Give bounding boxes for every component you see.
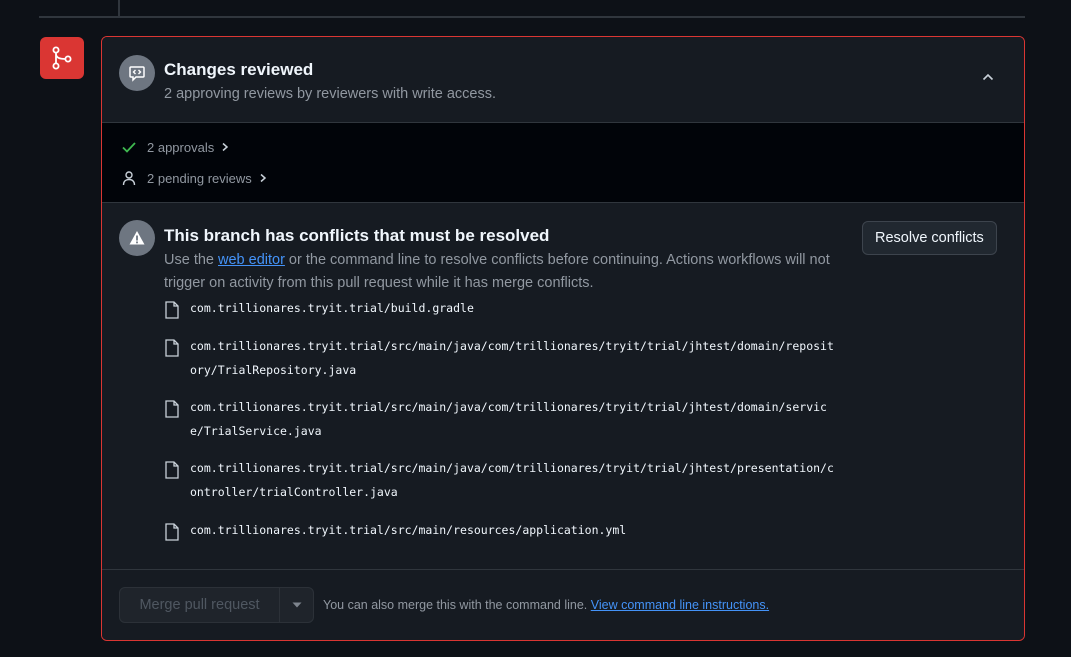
pending-label: 2 pending reviews xyxy=(147,170,252,186)
caret-down-icon xyxy=(292,602,301,608)
file-path: com.trillionares.tryit.trial/src/main/ja… xyxy=(190,339,834,377)
reviews-summary: 2 approvals 2 pending reviews xyxy=(102,123,1024,203)
merge-section: Merge pull request You can also merge th… xyxy=(102,570,1024,640)
chevron-up-icon xyxy=(982,73,994,81)
chevron-right-icon xyxy=(258,173,268,183)
timeline-divider xyxy=(39,16,1025,18)
file-icon xyxy=(165,523,179,541)
file-path: com.trillionares.tryit.trial/src/main/ja… xyxy=(190,400,827,438)
file-icon xyxy=(165,339,179,357)
merge-pull-request-button[interactable]: Merge pull request xyxy=(120,588,280,622)
check-icon xyxy=(122,142,136,153)
git-merge-icon xyxy=(40,37,84,79)
review-subtitle: 2 approving reviews by reviewers with wr… xyxy=(164,86,497,102)
pending-reviews-row[interactable]: 2 pending reviews xyxy=(121,168,268,188)
file-path: com.trillionares.tryit.trial/src/main/re… xyxy=(190,523,627,537)
file-path: com.trillionares.tryit.trial/build.gradl… xyxy=(190,301,474,315)
approvals-row[interactable]: 2 approvals xyxy=(121,137,230,157)
alert-icon xyxy=(119,220,155,256)
file-icon xyxy=(165,301,179,319)
merge-help-text: You can also merge this with the command… xyxy=(323,598,769,612)
person-icon xyxy=(122,171,136,186)
merge-text-prefix: You can also merge this with the command… xyxy=(323,598,591,612)
merge-button-group: Merge pull request xyxy=(119,587,314,623)
conflicts-title: This branch has conflicts that must be r… xyxy=(164,226,550,245)
merge-options-button[interactable] xyxy=(280,588,313,622)
code-review-icon xyxy=(119,55,155,91)
review-section: Changes reviewed 2 approving reviews by … xyxy=(102,37,1024,123)
web-editor-link[interactable]: web editor xyxy=(218,252,285,268)
file-icon xyxy=(165,400,179,418)
merge-box: Changes reviewed 2 approving reviews by … xyxy=(101,36,1025,641)
approvals-label: 2 approvals xyxy=(147,139,215,155)
desc-prefix: Use the xyxy=(164,252,218,268)
collapse-button[interactable] xyxy=(978,67,998,87)
conflicts-description: Use the web editor or the command line t… xyxy=(164,249,864,295)
review-title: Changes reviewed xyxy=(164,60,314,79)
chevron-right-icon xyxy=(220,142,230,152)
conflicts-section: This branch has conflicts that must be r… xyxy=(102,203,1024,570)
command-line-instructions-link[interactable]: View command line instructions. xyxy=(591,598,769,612)
timeline-line xyxy=(118,0,120,17)
resolve-conflicts-button[interactable]: Resolve conflicts xyxy=(862,221,997,255)
file-path: com.trillionares.tryit.trial/src/main/ja… xyxy=(190,461,834,499)
file-icon xyxy=(165,461,179,479)
